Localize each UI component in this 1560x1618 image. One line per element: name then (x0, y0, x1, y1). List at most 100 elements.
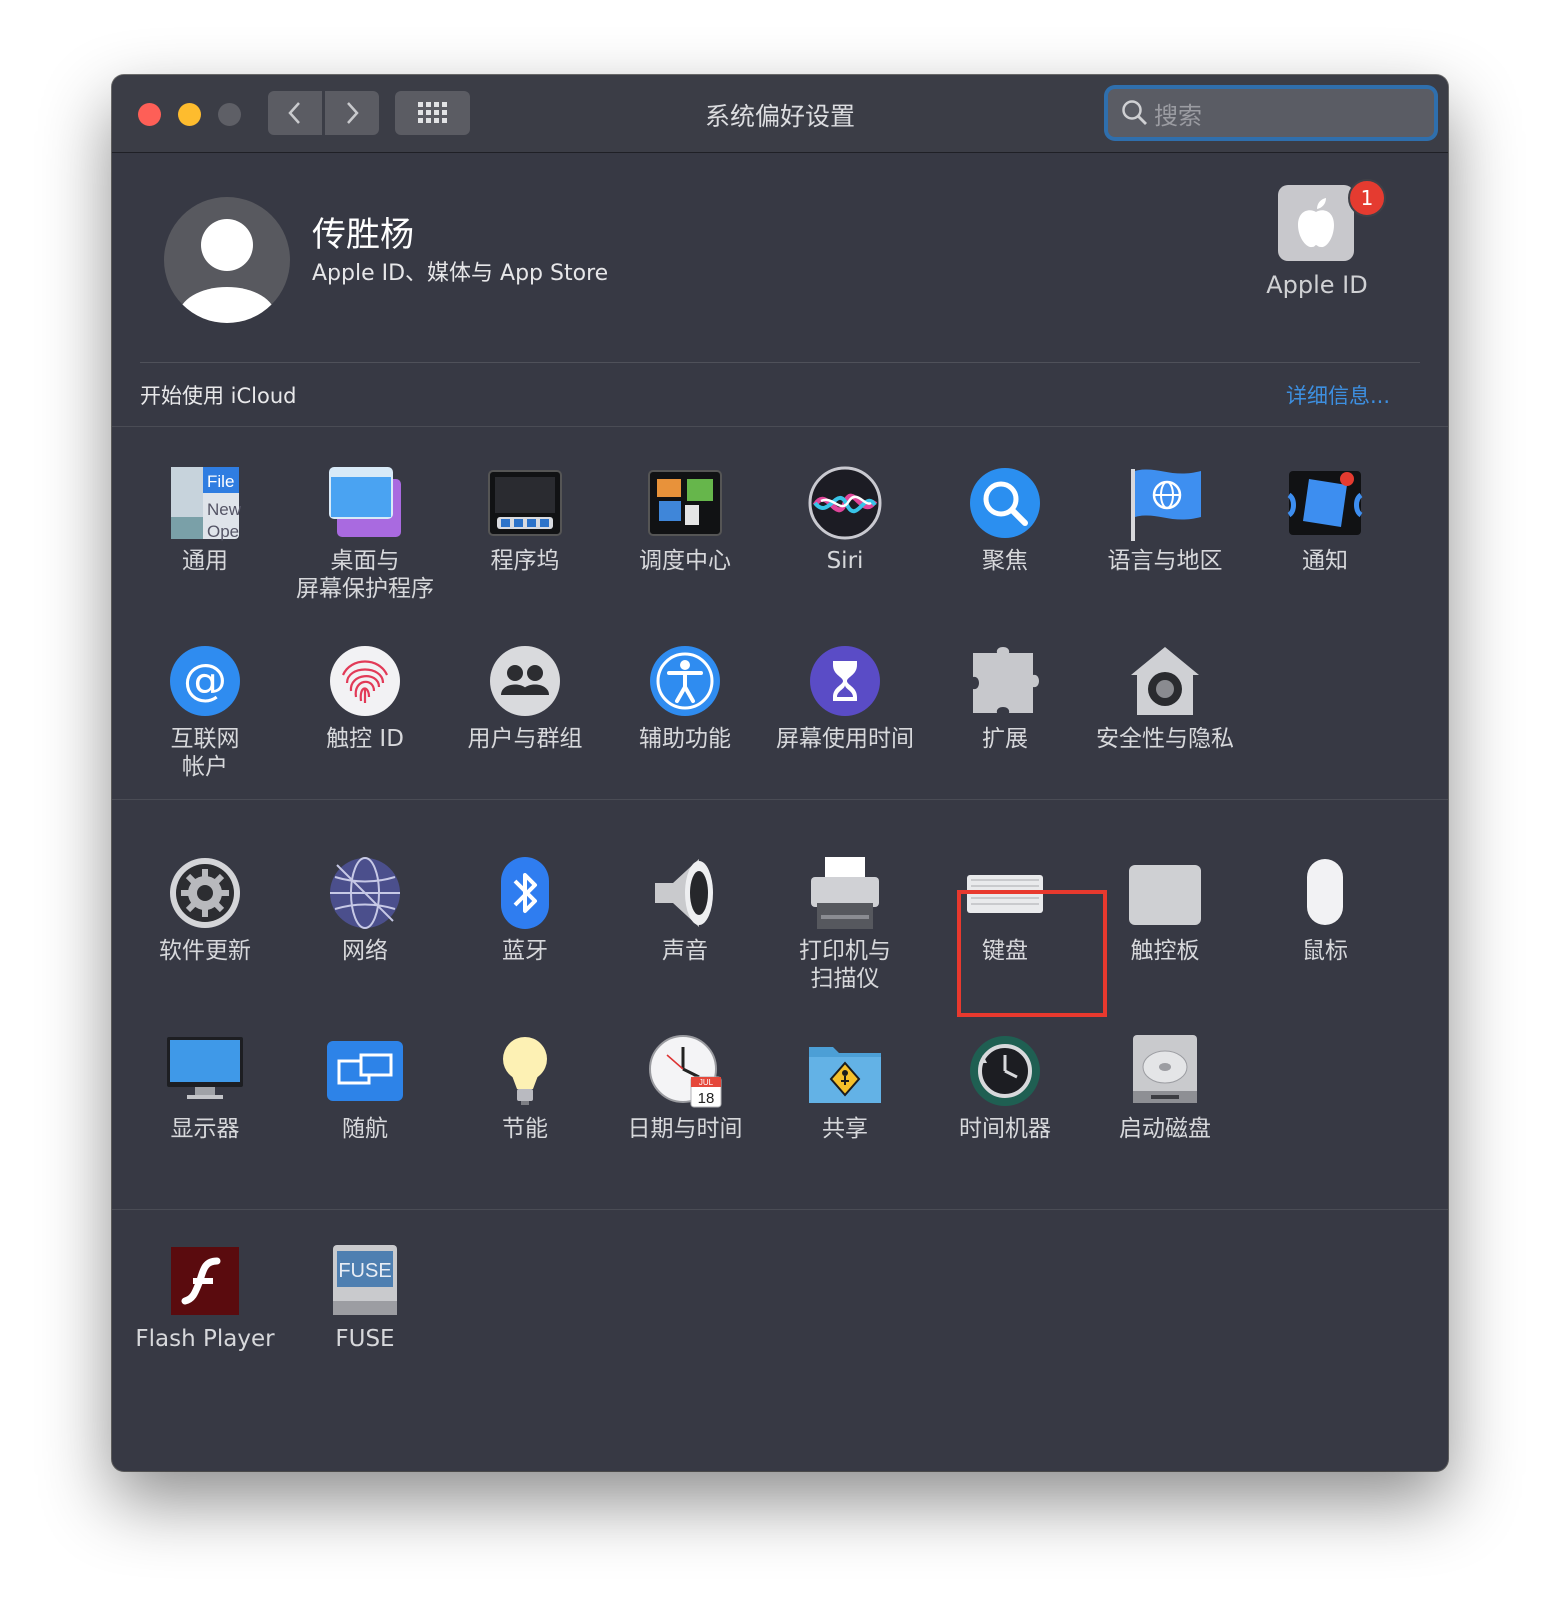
hard-drive-icon (1133, 1035, 1197, 1103)
pane-label: 桌面与 屏幕保护程序 (296, 548, 434, 602)
svg-text:18: 18 (698, 1090, 715, 1107)
pane-startup-disk[interactable]: 启动磁盘 (1085, 1033, 1245, 1143)
puzzle-piece-icon (973, 647, 1039, 713)
pane-label: 程序坞 (490, 548, 560, 574)
svg-text:New: New (207, 500, 242, 519)
pane-time-machine[interactable]: 时间机器 (925, 1033, 1085, 1143)
pane-fuse[interactable]: FUSE FUSE (285, 1243, 445, 1353)
pane-label: 通知 (1302, 548, 1348, 574)
pane-sharing[interactable]: 共享 (765, 1033, 925, 1143)
pane-label: 显示器 (170, 1116, 240, 1142)
pane-label: 启动磁盘 (1119, 1116, 1211, 1142)
pane-label: 随航 (342, 1116, 388, 1142)
pane-label: 安全性与隐私 (1096, 726, 1234, 752)
flag-icon (1131, 469, 1201, 541)
sidecar-icon (327, 1041, 403, 1101)
pane-accessibility[interactable]: 辅助功能 (605, 643, 765, 753)
pane-mouse[interactable]: 鼠标 (1245, 855, 1405, 965)
details-link[interactable]: 详细信息... (1286, 380, 1390, 410)
search-icon (1122, 100, 1147, 125)
pane-label: 日期与时间 (627, 1116, 743, 1142)
section-divider (112, 799, 1448, 800)
user-name[interactable]: 传胜杨 (312, 207, 414, 256)
pane-security-privacy[interactable]: 安全性与隐私 (1085, 643, 1245, 753)
system-preferences-window: 系统偏好设置 搜索 传胜杨 Apple ID、媒体与 App Store 1 A… (112, 75, 1448, 1471)
pane-label: 触控板 (1130, 938, 1200, 964)
pane-label: 用户与群组 (467, 726, 583, 752)
pane-bluetooth[interactable]: 蓝牙 (445, 855, 605, 965)
pane-date-time[interactable]: JUL 18 日期与时间 (605, 1033, 765, 1143)
svg-text:File: File (207, 472, 234, 491)
desktop-icon (329, 467, 401, 537)
pane-label: 鼠标 (1302, 938, 1348, 964)
pane-internet-accounts[interactable]: @ 互联网 帐户 (125, 643, 285, 781)
pane-dock[interactable]: 程序坞 (445, 465, 605, 575)
pane-label: 软件更新 (159, 938, 251, 964)
pane-trackpad[interactable]: 触控板 (1085, 855, 1245, 965)
user-avatar[interactable] (164, 197, 290, 323)
spotlight-icon (970, 468, 1040, 538)
globe-icon (330, 857, 400, 929)
pane-label: 互联网 帐户 (170, 726, 240, 780)
pane-general[interactable]: File New Ope 通用 (125, 465, 285, 575)
pane-touch-id[interactable]: 触控 ID (285, 643, 445, 753)
bluetooth-icon (501, 857, 549, 929)
pane-label: Siri (826, 548, 864, 574)
pane-label: 蓝牙 (502, 938, 548, 964)
separator (140, 362, 1420, 363)
pane-label: 扩展 (982, 726, 1028, 752)
pane-network[interactable]: 网络 (285, 855, 445, 965)
svg-text:FUSE: FUSE (338, 1260, 391, 1282)
pane-label: 声音 (662, 938, 708, 964)
pane-label: FUSE (335, 1326, 395, 1352)
search-placeholder: 搜索 (1154, 101, 1202, 130)
apple-logo-icon (1298, 198, 1334, 248)
accessibility-icon (650, 646, 720, 716)
svg-text:Ope: Ope (207, 522, 239, 541)
pane-label: 节能 (502, 1116, 548, 1142)
notifications-icon (1287, 471, 1363, 535)
pane-notifications[interactable]: 通知 (1245, 465, 1405, 575)
pane-screen-time[interactable]: 屏幕使用时间 (765, 643, 925, 753)
pane-energy-saver[interactable]: 节能 (445, 1033, 605, 1143)
pane-sidecar[interactable]: 随航 (285, 1033, 445, 1143)
pane-displays[interactable]: 显示器 (125, 1033, 285, 1143)
icloud-prompt: 开始使用 iCloud (140, 384, 297, 408)
pane-label: 聚焦 (982, 548, 1028, 574)
section-divider (112, 1209, 1448, 1210)
siri-icon (808, 466, 882, 540)
pane-mission-control[interactable]: 调度中心 (605, 465, 765, 575)
pane-label: 共享 (822, 1116, 868, 1142)
pane-label: 打印机与 扫描仪 (799, 938, 891, 992)
pane-software-update[interactable]: 软件更新 (125, 855, 285, 965)
trackpad-icon (1129, 865, 1201, 925)
mouse-icon (1307, 859, 1343, 925)
users-icon (490, 646, 560, 716)
pane-label: 时间机器 (959, 1116, 1051, 1142)
dock-icon (488, 470, 562, 536)
mission-control-icon (648, 470, 722, 536)
shared-folder-icon (809, 1047, 881, 1103)
pane-flash-player[interactable]: Flash Player (125, 1243, 285, 1353)
at-sign-icon: @ (170, 646, 240, 716)
notification-badge: 1 (1348, 179, 1386, 217)
time-machine-icon (970, 1036, 1040, 1106)
pane-siri[interactable]: Siri (765, 465, 925, 575)
pane-desktop-screensaver[interactable]: 桌面与 屏幕保护程序 (285, 465, 445, 603)
pane-label: 触控 ID (326, 726, 404, 752)
pane-language-region[interactable]: 语言与地区 (1085, 465, 1245, 575)
apple-id-pane[interactable] (1278, 185, 1354, 261)
pane-extensions[interactable]: 扩展 (925, 643, 1085, 753)
monitor-icon (167, 1037, 243, 1099)
pane-label: 语言与地区 (1107, 548, 1223, 574)
pane-users-groups[interactable]: 用户与群组 (445, 643, 605, 753)
gear-icon (170, 858, 240, 928)
search-field[interactable]: 搜索 (1108, 89, 1434, 137)
section-divider (112, 426, 1448, 427)
pane-label: 屏幕使用时间 (776, 726, 914, 752)
general-icon: File New Ope (171, 467, 242, 541)
pane-printers-scanners[interactable]: 打印机与 扫描仪 (765, 855, 925, 993)
clock-icon: JUL 18 (649, 1035, 722, 1108)
pane-spotlight[interactable]: 聚焦 (925, 465, 1085, 575)
pane-sound[interactable]: 声音 (605, 855, 765, 965)
